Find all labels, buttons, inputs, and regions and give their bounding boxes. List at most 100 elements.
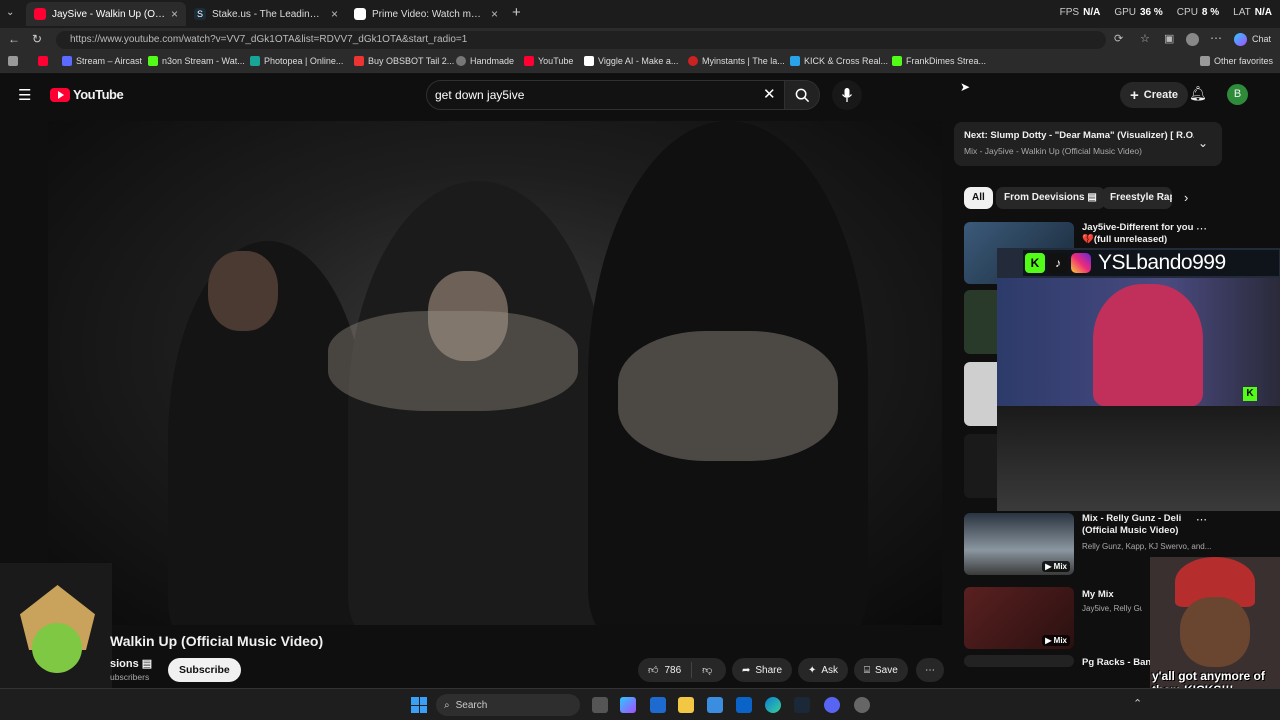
outlook-icon[interactable] <box>736 697 752 713</box>
chevron-down-icon[interactable]: ⌄ <box>1198 136 1208 150</box>
like-button[interactable]: 👍︎ 786 <box>638 662 693 678</box>
up-next-subtitle: Mix - Jay5ive - Walkin Up (Official Musi… <box>964 146 1142 156</box>
dislike-button[interactable]: 👎︎ <box>692 664 722 676</box>
video-thumbnail: ▶ Mix <box>964 513 1074 575</box>
create-button[interactable]: + Create <box>1120 82 1189 108</box>
ask-button[interactable]: ✦ Ask <box>798 658 849 682</box>
copilot-icon[interactable] <box>620 697 636 713</box>
filter-chips: All From Deevisions ▤ Freestyle Rap › <box>964 187 1214 211</box>
performance-stats: FPS N/A GPU 36 % CPU 8 % LAT N/A <box>1059 7 1272 18</box>
up-next-title: Slump Dotty - "Dear Mama" (Visualizer) [… <box>990 130 1194 141</box>
voice-search-button[interactable] <box>832 80 862 110</box>
mix-badge: ▶ Mix <box>1042 561 1070 572</box>
taskbar-search[interactable]: ⌕ Search <box>436 694 580 716</box>
desk-camera <box>997 406 1280 511</box>
file-explorer-icon[interactable] <box>678 697 694 713</box>
video-thumbnail <box>964 434 997 498</box>
extensions-icon[interactable]: ⟳ <box>1114 32 1123 45</box>
search-button[interactable] <box>784 80 820 110</box>
share-button[interactable]: ➦ Share <box>732 658 793 682</box>
channel-name[interactable]: sions ▤ <box>110 657 152 670</box>
more-menu-icon[interactable]: ⋯ <box>1210 31 1222 45</box>
photos-icon[interactable] <box>707 697 723 713</box>
reaction-face <box>1180 597 1250 667</box>
tab-youtube[interactable]: JaySive - Walkin Up (Official M × <box>26 2 186 26</box>
video-thumbnail: ▶ Mix <box>964 587 1074 649</box>
favorites-icon[interactable]: ☆ <box>1140 32 1150 45</box>
webcam-overlay: K ♪ YSLbando999 K <box>997 248 1280 511</box>
instagram-icon <box>1071 253 1091 273</box>
chip-freestyle-rap[interactable]: Freestyle Rap <box>1102 187 1172 209</box>
bookmark-item[interactable]: YouTube <box>524 56 573 66</box>
url-field[interactable]: https://www.youtube.com/watch?v=VV7_dGk1… <box>56 31 1106 49</box>
thumbs-up-icon: 👍︎ <box>648 665 659 676</box>
refresh-icon[interactable]: ↻ <box>32 32 42 46</box>
mouse-cursor: ➤ <box>960 80 971 94</box>
share-icon: ➦ <box>742 664 751 676</box>
bookmarks-bar: Stream – Aircast n3on Stream - Wat... Ph… <box>0 52 1280 74</box>
social-handle-banner: K ♪ YSLbando999 <box>1023 250 1279 276</box>
bookmark-item[interactable]: n3on Stream - Wat... <box>148 56 245 66</box>
bookmark-item[interactable]: KICK & Cross Real... <box>790 56 888 66</box>
tab-list-icon[interactable]: ⌄ <box>6 7 14 18</box>
save-button[interactable]: ⌸ Save <box>854 658 908 682</box>
steam-icon[interactable] <box>794 697 810 713</box>
clear-search-icon[interactable]: ✕ <box>763 85 776 103</box>
bookmark-folder-icon[interactable] <box>8 56 18 66</box>
search-icon: ⌕ <box>444 699 450 711</box>
chip-from-deevisions[interactable]: From Deevisions ▤ <box>996 187 1105 209</box>
tab-prime-video[interactable]: Prime Video: Watch movies, TV sh × <box>346 2 506 26</box>
profile-avatar[interactable] <box>1186 33 1199 46</box>
copilot-icon[interactable] <box>1234 33 1247 46</box>
close-tab-icon[interactable]: × <box>491 7 498 21</box>
video-hands <box>328 311 578 411</box>
bookmark-item[interactable]: Buy OBSBOT Tail 2... <box>354 56 454 66</box>
kick-icon: K <box>1025 253 1045 273</box>
bookmark-item[interactable]: FrankDimes Strea... <box>892 56 986 66</box>
bookmark-item[interactable]: Viggle AI - Make a... <box>584 56 678 66</box>
task-view-icon[interactable] <box>592 697 608 713</box>
stake-favicon-icon: S <box>194 8 206 20</box>
edge-browser-icon[interactable] <box>765 697 781 713</box>
more-actions-button[interactable]: ⋯ <box>916 658 944 682</box>
account-avatar[interactable]: B <box>1227 84 1248 105</box>
store-icon[interactable] <box>650 697 666 713</box>
like-dislike-group: 👍︎ 786 👎︎ <box>638 658 726 682</box>
bookmark-item[interactable]: Stream – Aircast <box>62 56 142 66</box>
settings-gear-icon[interactable] <box>854 697 870 713</box>
bookmark-item[interactable]: Handmade <box>456 56 514 66</box>
bookmark-item[interactable]: Photopea | Online... <box>250 56 343 66</box>
other-favorites[interactable]: Other favorites <box>1200 56 1273 66</box>
tiktok-icon: ♪ <box>1048 253 1068 273</box>
bookmark-item[interactable]: Myinstants | The la... <box>688 56 785 66</box>
youtube-logo[interactable]: YouTube <box>50 87 124 102</box>
chevron-right-icon[interactable]: › <box>1184 190 1188 205</box>
video-thumbnail <box>964 290 997 354</box>
subscribe-button[interactable]: Subscribe <box>168 658 241 682</box>
search-input[interactable]: get down jay5ive <box>426 80 786 110</box>
close-tab-icon[interactable]: × <box>331 7 338 21</box>
collections-icon[interactable]: ▣ <box>1164 32 1174 45</box>
back-icon[interactable]: ← <box>8 32 20 46</box>
windows-start-icon[interactable] <box>411 697 427 713</box>
kick-icon: K <box>1243 387 1257 401</box>
prime-favicon-icon <box>354 8 366 20</box>
chevron-up-icon[interactable]: ⌃ <box>1133 697 1142 710</box>
plus-icon: + <box>1130 86 1139 104</box>
up-next-panel[interactable]: Next: Slump Dotty - "Dear Mama" (Visuali… <box>954 122 1222 166</box>
video-player[interactable] <box>48 121 942 625</box>
chat-label[interactable]: Chat <box>1252 34 1271 44</box>
hamburger-menu-icon[interactable]: ☰ <box>18 86 31 104</box>
close-tab-icon[interactable]: × <box>171 7 178 21</box>
more-options-icon[interactable]: ⋯ <box>1196 222 1207 235</box>
new-tab-icon[interactable]: + <box>512 4 521 21</box>
tab-stake[interactable]: S Stake.us - The Leading Social Casi × <box>186 2 346 26</box>
address-bar-row: ← ↻ https://www.youtube.com/watch?v=VV7_… <box>0 28 1280 52</box>
more-options-icon[interactable]: ⋯ <box>1196 513 1207 526</box>
more-horizontal-icon: ⋯ <box>925 664 935 676</box>
discord-icon[interactable] <box>824 697 840 713</box>
bookmark-youtube-icon[interactable] <box>38 56 48 66</box>
notifications-bell-icon[interactable]: 🔔︎ <box>1189 85 1207 102</box>
browser-tab-strip: ⌄ JaySive - Walkin Up (Official M × S St… <box>0 0 1280 28</box>
chip-all[interactable]: All <box>964 187 993 209</box>
